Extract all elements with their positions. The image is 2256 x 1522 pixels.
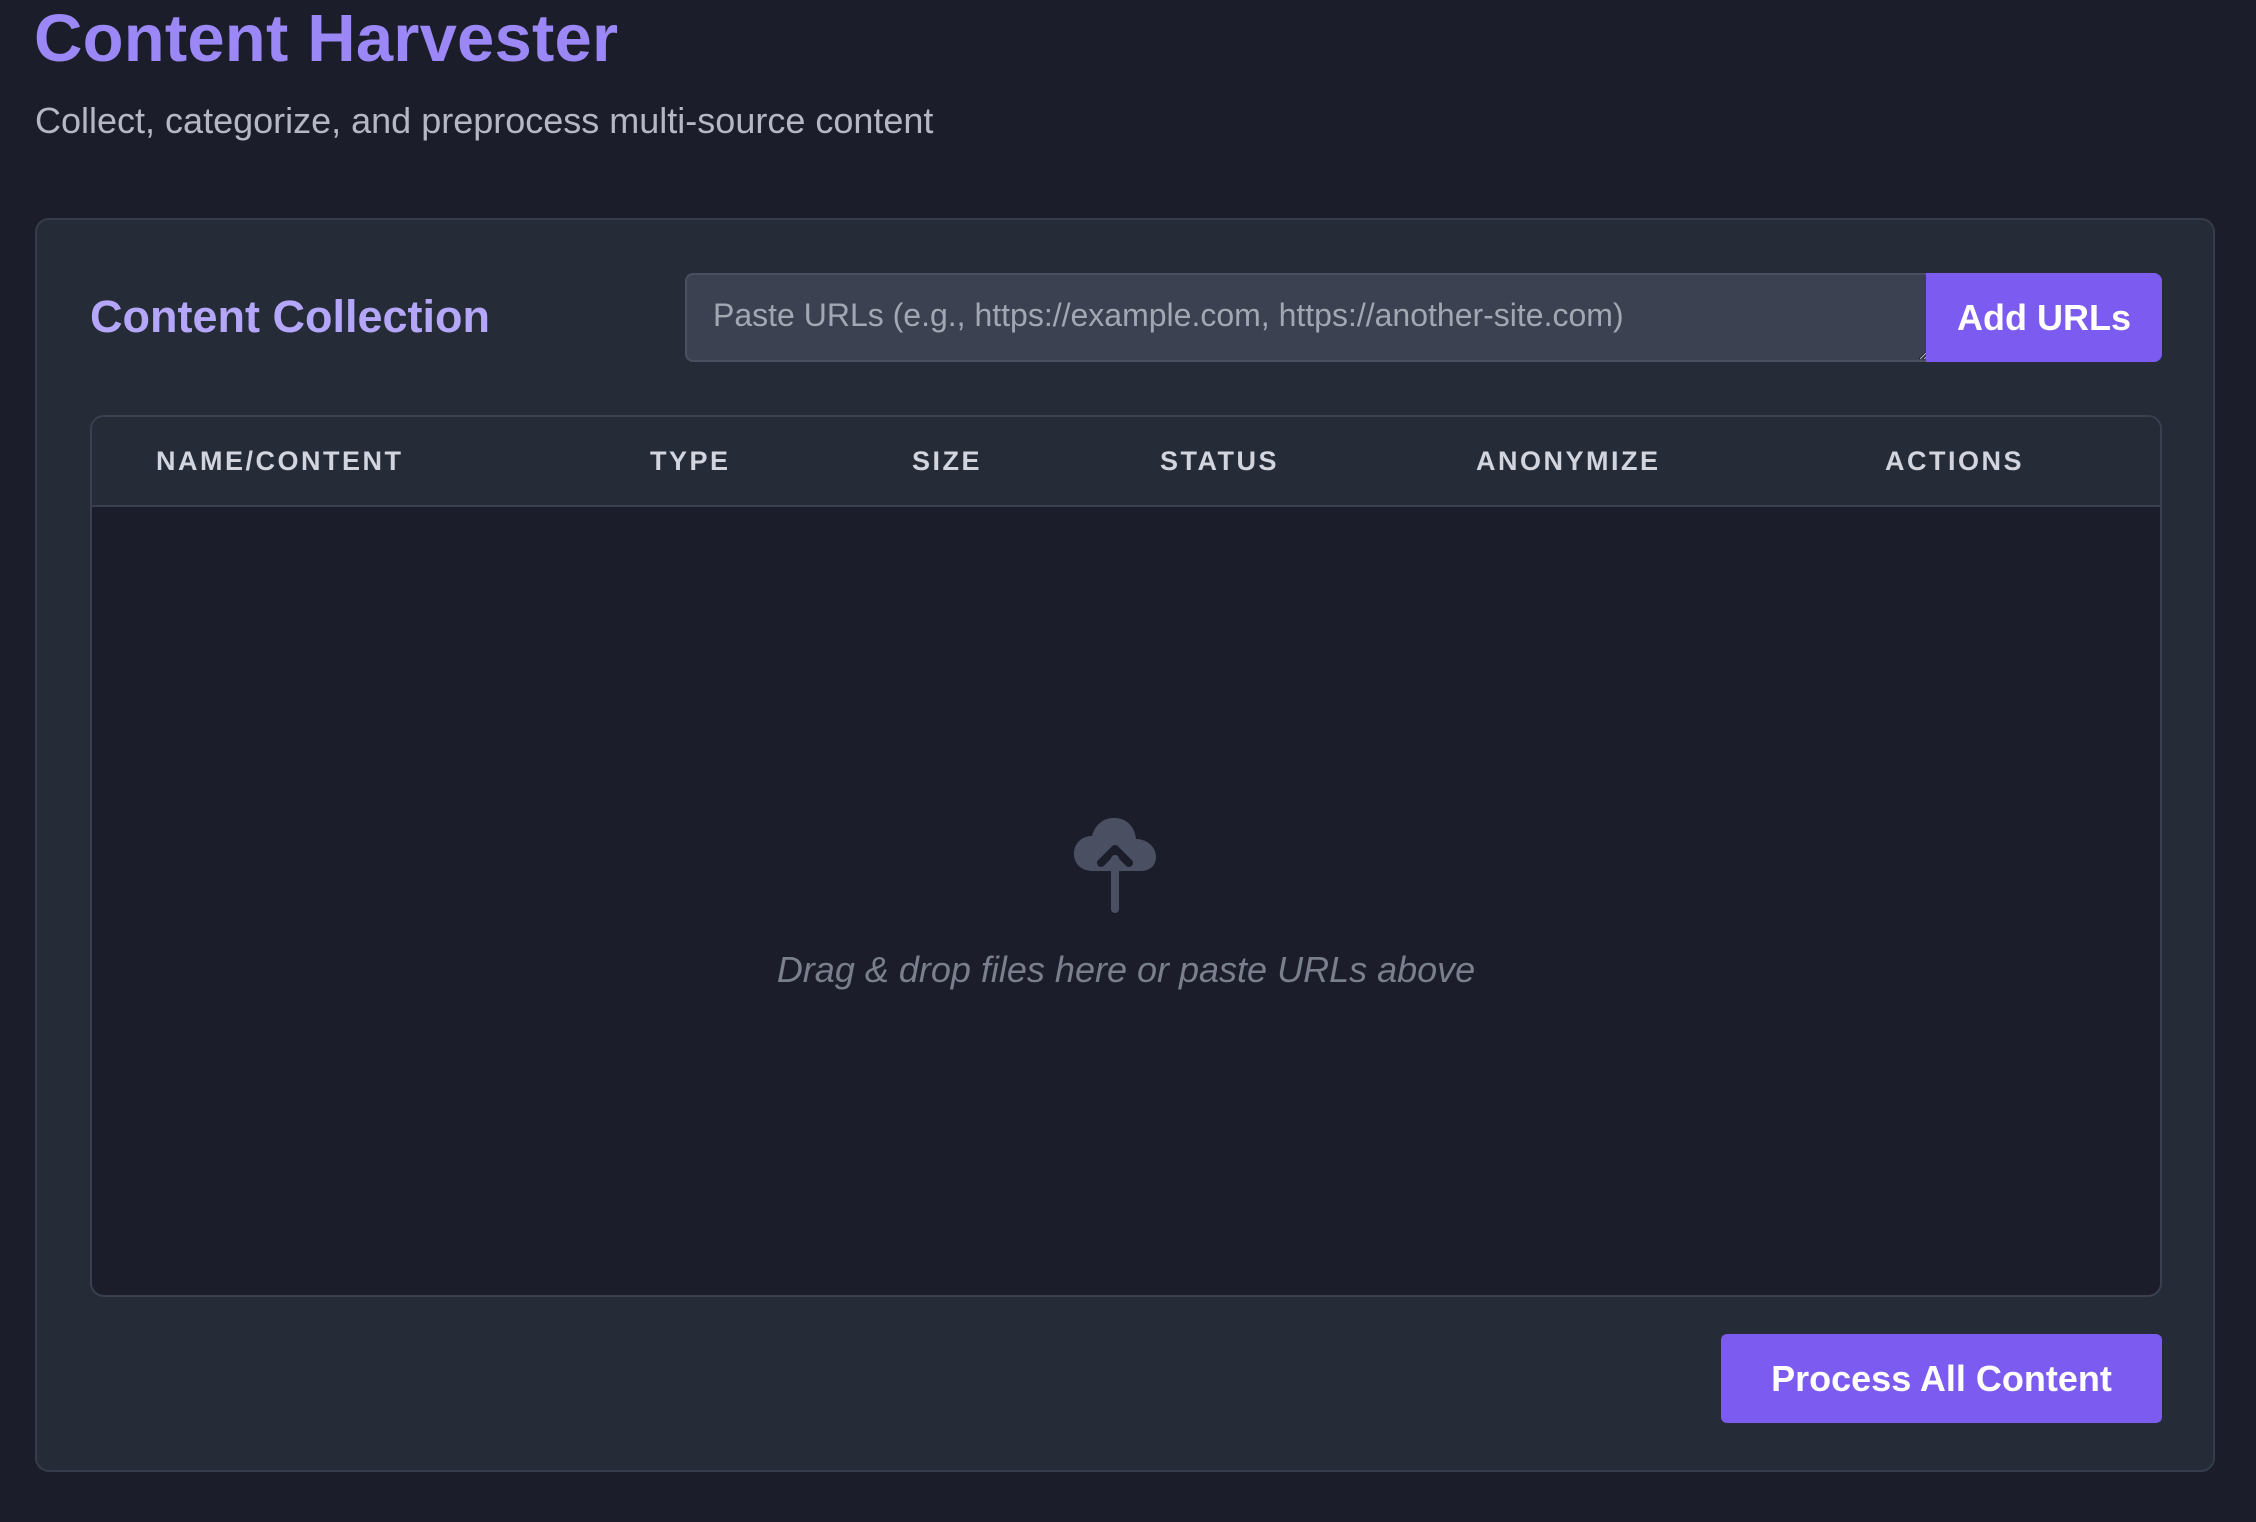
section-title: Content Collection (90, 291, 490, 342)
column-header-name-content: NAME/CONTENT (156, 446, 404, 476)
app-title: Content Harvester (34, 1, 619, 76)
content-table[interactable]: NAME/CONTENT TYPE SIZE STATUS ANONYMIZE … (90, 415, 2162, 1297)
column-header-size: SIZE (912, 446, 983, 476)
column-header-anonymize: ANONYMIZE (1476, 446, 1661, 476)
drop-zone[interactable]: Drag & drop files here or paste URLs abo… (92, 507, 2160, 1295)
process-all-content-button[interactable]: Process All Content (1721, 1334, 2162, 1423)
empty-state-message: Drag & drop files here or paste URLs abo… (776, 949, 1476, 990)
cloud-upload-icon (1073, 817, 1156, 913)
column-header-actions: ACTIONS (1885, 446, 2024, 476)
app-subtitle: Collect, categorize, and preprocess mult… (35, 100, 934, 141)
table-header: NAME/CONTENT TYPE SIZE STATUS ANONYMIZE … (92, 417, 2160, 507)
column-header-status: STATUS (1160, 446, 1279, 476)
content-collection-panel: Content Collection Add URLs NAME/CONTENT… (35, 218, 2215, 1472)
column-header-type: TYPE (650, 446, 731, 476)
add-urls-button[interactable]: Add URLs (1926, 273, 2162, 362)
url-input[interactable] (685, 273, 1929, 362)
